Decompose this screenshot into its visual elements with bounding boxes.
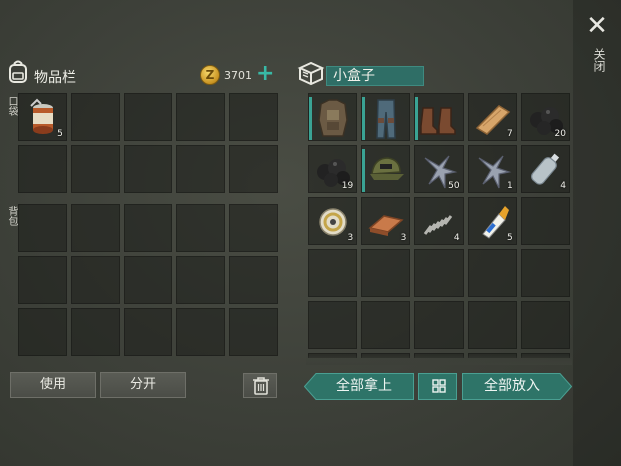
take-all-label: 全部拿上 [336,378,392,394]
empty-slot[interactable] [414,249,464,297]
inventory-title: 物品栏 [34,70,76,86]
empty-slot[interactable] [123,145,173,193]
pockets-label: 口袋 [6,96,17,116]
inventory-slot[interactable]: 20 [520,93,570,141]
put-all-button[interactable]: 全部放入 [462,373,572,400]
empty-slot[interactable] [361,249,411,297]
inventory-slot[interactable]: 50 [414,145,464,193]
empty-slot[interactable] [308,301,358,349]
container-name-field[interactable]: 小盒子 [326,66,424,86]
item-count: 3 [347,233,354,243]
close-label[interactable]: 关闭 [588,48,606,72]
empty-slot[interactable] [229,93,278,141]
empty-slot[interactable] [70,204,120,252]
item-count: 50 [448,181,460,191]
item-count: 5 [507,233,513,243]
trash-icon [253,377,269,395]
item-count: 3 [400,233,407,243]
coin-count: 3701 [224,69,252,82]
take-all-button[interactable]: 全部拿上 [304,373,414,400]
empty-slot[interactable] [123,308,173,356]
empty-slot[interactable] [308,249,358,297]
inventory-slot[interactable]: 3 [308,197,358,245]
empty-slot[interactable] [229,256,278,304]
add-coins-button[interactable]: + [256,62,274,86]
inventory-slot[interactable] [414,93,464,141]
empty-slot[interactable] [229,204,278,252]
item-count: 7 [507,129,513,139]
item-count: 4 [453,233,460,243]
empty-slot[interactable] [176,145,226,193]
item-count: 5 [57,129,63,139]
close-icon[interactable]: ✕ [585,13,609,39]
container-grid: 7 20 19 50 1 4 3 3 4 5 [308,93,570,358]
item-count: 4 [560,181,566,191]
backpack-label: 背包 [6,206,17,226]
inventory-slot[interactable]: 7 [467,93,517,141]
coin-icon: Z [200,65,220,85]
empty-slot[interactable] [70,93,120,141]
inventory-slot[interactable]: 5 [18,93,67,141]
inventory-slot[interactable]: 1 [467,145,517,193]
inventory-slot[interactable] [361,93,411,141]
inventory-slot[interactable]: 4 [520,145,570,193]
inventory-slot[interactable]: 5 [467,197,517,245]
trash-button[interactable] [243,373,277,398]
item-count: 19 [341,181,354,191]
empty-slot[interactable] [176,256,226,304]
inventory-slot[interactable] [361,145,411,193]
grid-view-icon [432,379,446,393]
empty-slot[interactable] [467,249,517,297]
use-button[interactable]: 使用 [10,372,96,398]
pockets-grid: 5 [18,93,278,193]
empty-slot[interactable] [18,308,67,356]
empty-slot[interactable] [176,93,226,141]
empty-slot[interactable] [176,308,226,356]
split-button[interactable]: 分开 [100,372,186,398]
empty-slot[interactable] [229,145,278,193]
empty-slot[interactable] [70,145,120,193]
empty-slot[interactable] [467,301,517,349]
box-icon [297,60,325,86]
empty-slot[interactable] [18,256,67,304]
backpack-icon [7,60,29,84]
empty-slot[interactable] [18,204,67,252]
empty-slot[interactable] [520,301,570,349]
empty-slot[interactable] [18,145,67,193]
item-count: 20 [554,129,566,139]
empty-slot[interactable] [70,308,120,356]
empty-slot[interactable] [123,256,173,304]
empty-slot[interactable] [520,249,570,297]
grid-view-button[interactable] [418,373,457,400]
inventory-slot[interactable] [308,93,358,141]
empty-slot[interactable] [70,256,120,304]
inventory-slot[interactable]: 3 [361,197,411,245]
empty-slot[interactable] [229,308,278,356]
empty-slot[interactable] [520,197,570,245]
inventory-slot[interactable]: 4 [414,197,464,245]
empty-slot[interactable] [123,204,173,252]
empty-slot[interactable] [176,204,226,252]
empty-slot[interactable] [414,301,464,349]
scroll-fade [306,355,572,365]
backpack-grid [18,204,278,356]
put-all-label: 全部放入 [484,378,540,394]
item-count: 1 [507,181,513,191]
inventory-slot[interactable]: 19 [308,145,358,193]
empty-slot[interactable] [123,93,173,141]
empty-slot[interactable] [361,301,411,349]
